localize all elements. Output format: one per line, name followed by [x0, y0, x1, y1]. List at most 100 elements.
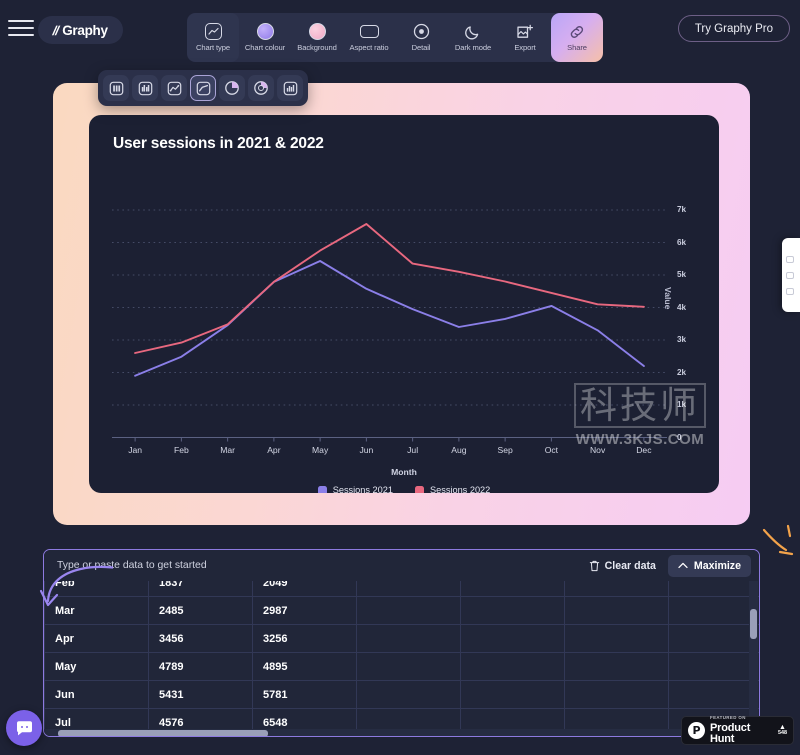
- x-axis-tick-label: Dec: [636, 445, 652, 455]
- table-cell-empty[interactable]: [668, 624, 759, 653]
- data-paste-hint[interactable]: Type or paste data to get started: [57, 560, 589, 571]
- trash-icon: [589, 560, 599, 571]
- link-icon: [566, 23, 588, 40]
- tool-label: Share: [567, 43, 587, 52]
- table-cell[interactable]: 2049: [252, 581, 357, 597]
- y-axis-tick-label: 2k: [677, 367, 687, 377]
- line-chart-icon[interactable]: [190, 75, 216, 101]
- try-graphy-pro-button[interactable]: Try Graphy Pro: [677, 15, 790, 42]
- chart-type-menu: [98, 70, 308, 106]
- table-row[interactable]: Mar 2485 2987: [44, 596, 759, 625]
- table-cell-empty[interactable]: [356, 680, 461, 709]
- image-export-icon: [514, 23, 536, 40]
- y-axis-tick-label: 6k: [677, 237, 687, 247]
- tool-share[interactable]: Share: [551, 13, 603, 62]
- tool-export[interactable]: Export: [499, 13, 551, 62]
- table-cell-empty[interactable]: [564, 624, 669, 653]
- table-cell[interactable]: 3256: [252, 624, 357, 653]
- panel-swatch: [786, 271, 794, 279]
- app-root: // Graphy Chart type Chart colour Backgr…: [0, 0, 800, 755]
- line-chart-icon: [202, 23, 224, 40]
- tool-chart-type[interactable]: Chart type: [187, 13, 239, 62]
- table-cell-empty[interactable]: [668, 581, 759, 597]
- table-cell[interactable]: 5431: [148, 680, 253, 709]
- donut-chart-icon[interactable]: [248, 75, 274, 101]
- chat-bubble-icon[interactable]: [6, 710, 42, 746]
- product-hunt-featured-label: FEATURED ON: [710, 715, 746, 721]
- x-axis-tick-label: Jul: [407, 445, 419, 455]
- tool-dark-mode[interactable]: Dark mode: [447, 13, 499, 62]
- legend-item[interactable]: Sessions 2021: [317, 485, 393, 493]
- tool-label: Chart colour: [244, 43, 286, 52]
- table-cell-empty[interactable]: [356, 624, 461, 653]
- tool-detail[interactable]: Detail: [395, 13, 447, 62]
- table-cell-empty[interactable]: [564, 680, 669, 709]
- area-chart-icon[interactable]: [161, 75, 187, 101]
- y-axis-tick-label: 0: [677, 432, 682, 442]
- table-cell-empty[interactable]: [668, 680, 759, 709]
- table-cell[interactable]: 4789: [148, 652, 253, 681]
- grid-vertical-scrollbar[interactable]: [749, 581, 758, 731]
- table-cell-empty[interactable]: [460, 680, 565, 709]
- product-hunt-badge[interactable]: P FEATURED ON Product Hunt ▲ 548: [681, 715, 794, 745]
- legend-label: Sessions 2021: [332, 485, 393, 493]
- x-axis-tick-label: Oct: [544, 445, 559, 455]
- y-axis-title: Value: [663, 287, 673, 310]
- maximize-button[interactable]: Maximize: [667, 554, 751, 577]
- x-axis-tick-label: Aug: [451, 445, 467, 455]
- tool-chart-colour[interactable]: Chart colour: [239, 13, 291, 62]
- x-axis-tick-label: Apr: [267, 445, 281, 455]
- right-edge-panel[interactable]: [782, 238, 800, 312]
- table-cell-empty[interactable]: [460, 581, 565, 597]
- table-cell[interactable]: 2485: [148, 596, 253, 625]
- table-cell[interactable]: May: [44, 652, 149, 681]
- table-cell-empty[interactable]: [564, 581, 669, 597]
- tool-background[interactable]: Background: [291, 13, 343, 62]
- x-axis-tick-label: Jan: [128, 445, 143, 455]
- x-axis-tick-label: Feb: [173, 445, 189, 455]
- y-axis-tick-label: 5k: [677, 270, 687, 279]
- hamburger-icon[interactable]: [8, 17, 34, 39]
- grid-horizontal-scrollbar[interactable]: [44, 729, 759, 736]
- table-cell[interactable]: 2987: [252, 596, 357, 625]
- toolbar: Chart type Chart colour Background Aspec…: [187, 13, 603, 62]
- table-cell[interactable]: Jun: [44, 680, 149, 709]
- table-cell-empty[interactable]: [460, 652, 565, 681]
- table-cell-empty[interactable]: [356, 581, 461, 597]
- table-row[interactable]: May 4789 4895: [44, 652, 759, 681]
- table-cell[interactable]: 5781: [252, 680, 357, 709]
- tool-label: Detail: [411, 43, 431, 52]
- table-cell-empty[interactable]: [460, 596, 565, 625]
- table-cell-empty[interactable]: [564, 652, 669, 681]
- chart-plot: [112, 209, 667, 442]
- legend-item[interactable]: Sessions 2022: [415, 485, 490, 493]
- x-axis-tick-label: May: [312, 445, 329, 455]
- table-cell[interactable]: 4895: [252, 652, 357, 681]
- logo-slash-icon: //: [51, 22, 61, 38]
- squiggle-icon: [762, 524, 794, 556]
- table-cell-empty[interactable]: [356, 596, 461, 625]
- column-chart-icon[interactable]: [277, 75, 303, 101]
- app-logo[interactable]: // Graphy: [38, 16, 123, 44]
- table-cell-empty[interactable]: [668, 652, 759, 681]
- tool-aspect-ratio[interactable]: Aspect ratio: [343, 13, 395, 62]
- tool-label: Export: [514, 43, 536, 52]
- table-cell[interactable]: 3456: [148, 624, 253, 653]
- table-row[interactable]: Jun 5431 5781: [44, 680, 759, 709]
- table-cell[interactable]: 1837: [148, 581, 253, 597]
- table-cell-empty[interactable]: [460, 624, 565, 653]
- pie-chart-icon[interactable]: [219, 75, 245, 101]
- table-row[interactable]: Feb 1837 2049: [44, 581, 759, 597]
- rectangle-icon: [358, 23, 380, 40]
- bar-chart-icon[interactable]: [103, 75, 129, 101]
- panel-swatch: [786, 255, 794, 263]
- clear-data-button[interactable]: Clear data: [589, 560, 656, 572]
- table-row[interactable]: Apr 3456 3256: [44, 624, 759, 653]
- grouped-bar-chart-icon[interactable]: [132, 75, 158, 101]
- table-cell-empty[interactable]: [564, 596, 669, 625]
- data-grid[interactable]: Feb 1837 2049 Mar 2485 2987 Apr 3456 3256 May 4789…: [44, 581, 759, 736]
- table-cell-empty[interactable]: [668, 596, 759, 625]
- tool-label: Chart type: [195, 43, 231, 52]
- chevron-up-icon: [678, 562, 688, 569]
- table-cell-empty[interactable]: [356, 652, 461, 681]
